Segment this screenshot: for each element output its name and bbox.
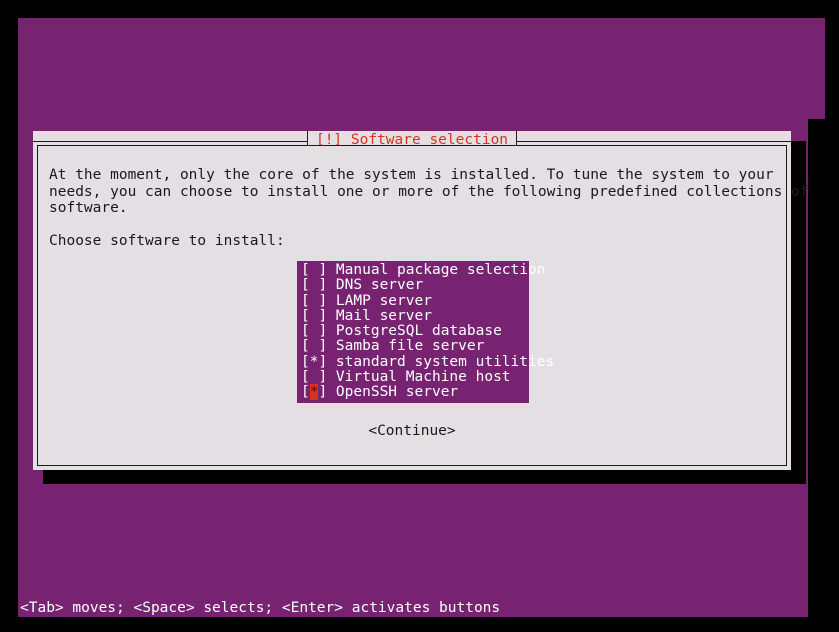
checkbox-checked-icon[interactable]: [*]	[301, 384, 327, 401]
terminal-screen: [!] Software selection At the moment, on…	[0, 0, 839, 632]
dialog-prompt-text: Choose software to install:	[49, 233, 285, 249]
checkbox-unchecked-icon[interactable]: [ ]	[301, 293, 327, 309]
checkbox-checked-icon[interactable]: [*]	[301, 354, 327, 370]
checklist-item-label: Mail server	[327, 307, 432, 324]
checklist-item-label: LAMP server	[327, 292, 432, 309]
checklist-item[interactable]: [ ] Mail server	[297, 307, 529, 324]
checklist-item[interactable]: [ ] DNS server	[297, 277, 529, 294]
checklist-item[interactable]: [ ] Virtual Machine host	[297, 369, 529, 386]
checkbox-unchecked-icon[interactable]: [ ]	[301, 262, 327, 278]
checklist-item[interactable]: [*] OpenSSH server	[297, 384, 529, 401]
titlebar-rule-right	[517, 141, 791, 142]
software-selection-dialog: [!] Software selection At the moment, on…	[33, 131, 809, 470]
checkbox-unchecked-icon[interactable]: [ ]	[301, 323, 327, 339]
checkbox-unchecked-icon[interactable]: [ ]	[301, 369, 327, 385]
continue-button[interactable]: <Continue>	[368, 422, 455, 440]
checklist-item-label: Manual package selection	[327, 262, 546, 278]
keyboard-help-statusbar: <Tab> moves; <Space> selects; <Enter> ac…	[20, 600, 501, 616]
checklist-item[interactable]: [*] standard system utilities	[297, 354, 554, 370]
checklist-item-label: Samba file server	[327, 338, 485, 355]
titlebar-rule-left	[33, 141, 307, 142]
checkbox-unchecked-icon[interactable]: [ ]	[301, 277, 327, 293]
checklist-item-label: PostgreSQL database	[327, 323, 502, 340]
software-checklist[interactable]: [ ] Manual package selection[ ] DNS serv…	[297, 261, 554, 403]
dialog-actions: <Continue>	[38, 420, 786, 440]
checklist-item[interactable]: [ ] PostgreSQL database	[297, 323, 529, 340]
checklist-item-label: Virtual Machine host	[327, 369, 511, 386]
checklist-item[interactable]: [ ] Manual package selection	[297, 262, 545, 278]
checklist-item-label: OpenSSH server	[327, 384, 459, 401]
checkbox-unchecked-icon[interactable]: [ ]	[301, 339, 327, 355]
checklist-item-label: DNS server	[327, 277, 424, 294]
dialog-body-text: At the moment, only the core of the syst…	[49, 167, 809, 217]
checklist-item[interactable]: [ ] Samba file server	[297, 338, 529, 355]
selection-cursor: *	[309, 384, 319, 401]
checkbox-unchecked-icon[interactable]: [ ]	[301, 308, 327, 324]
checklist-item[interactable]: [ ] LAMP server	[297, 292, 529, 309]
checklist-item-label: standard system utilities	[327, 353, 555, 370]
dialog-content: At the moment, only the core of the syst…	[37, 145, 809, 466]
